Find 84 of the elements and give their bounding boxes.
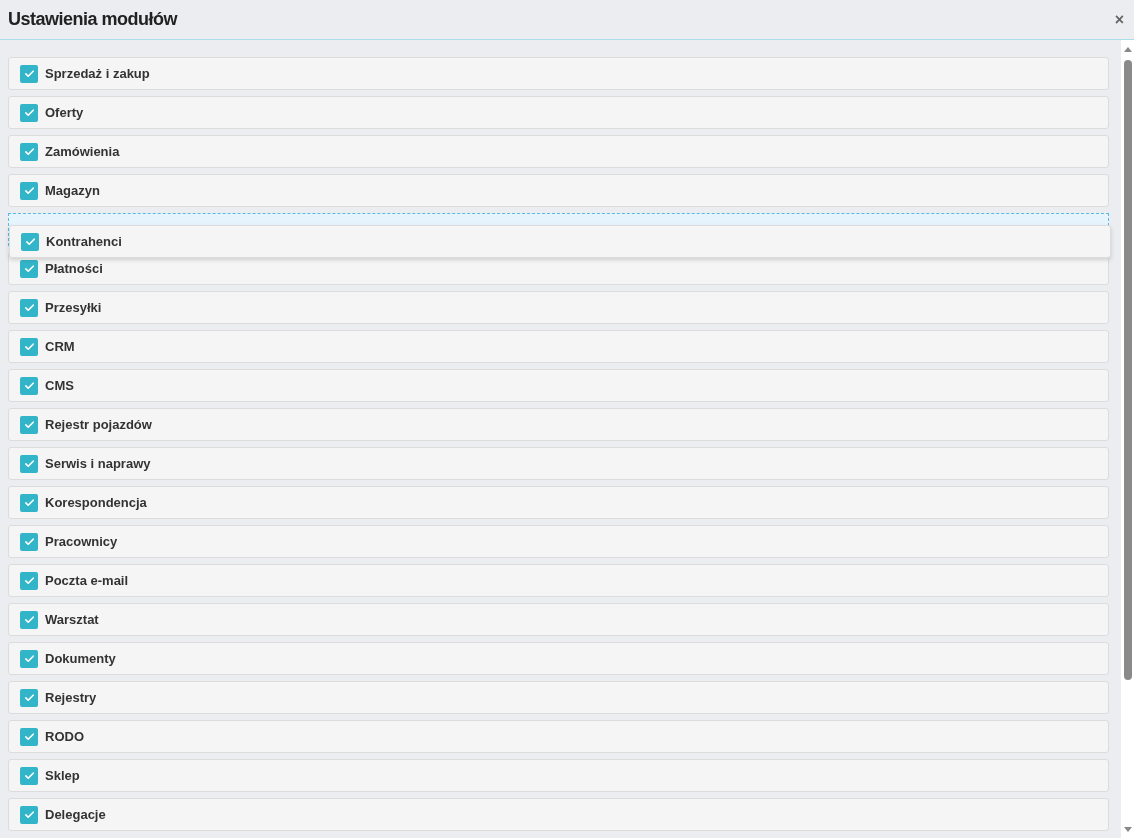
check-icon [23,770,35,781]
check-icon [23,575,35,586]
module-row[interactable]: Pracownicy [8,525,1109,558]
checkbox[interactable] [20,142,38,161]
check-icon [23,458,35,469]
module-row[interactable]: Sprzedaż i zakup [8,57,1109,90]
module-label: Sprzedaż i zakup [45,64,150,83]
module-label: Przesyłki [45,298,102,317]
module-row[interactable]: Rejestry [8,681,1109,714]
check-icon [23,263,35,274]
checkbox[interactable] [21,232,39,251]
module-row[interactable]: Serwis i naprawy [8,447,1109,480]
checkbox[interactable] [20,649,38,668]
scroll-up-icon[interactable] [1123,47,1132,52]
module-label: Warsztat [45,610,99,629]
module-row[interactable]: RODO [8,720,1109,753]
module-label: Dokumenty [45,649,116,668]
checkbox[interactable] [20,571,38,590]
module-label: RODO [45,727,84,746]
check-icon [23,497,35,508]
checkbox[interactable] [20,337,38,356]
module-label: Rejestry [45,688,97,707]
check-icon [23,146,35,157]
module-label: Zamówienia [45,142,120,161]
module-label: Pracownicy [45,532,118,551]
module-row[interactable]: Poczta e-mail [8,564,1109,597]
check-icon [23,809,35,820]
module-row[interactable]: Delegacje [8,798,1109,831]
check-icon [23,302,35,313]
module-row[interactable]: Dokumenty [8,642,1109,675]
check-icon [23,419,35,430]
module-row[interactable]: Oferty [8,96,1109,129]
module-label: Delegacje [45,805,106,824]
module-row[interactable]: Zamówienia [8,135,1109,168]
check-icon [23,614,35,625]
module-label: Magazyn [45,181,100,200]
checkbox[interactable] [20,259,38,278]
checkbox[interactable] [20,688,38,707]
check-icon [23,692,35,703]
module-row[interactable]: Rejestr pojazdów [8,408,1109,441]
module-row[interactable]: CRM [8,330,1109,363]
check-icon [23,185,35,196]
module-label: CMS [45,376,74,395]
module-row[interactable]: Przesyłki [8,291,1109,324]
checkbox[interactable] [20,610,38,629]
checkbox[interactable] [20,181,38,200]
scrollbar[interactable] [1121,40,1134,838]
module-label: Oferty [45,103,84,122]
module-row[interactable]: Korespondencja [8,486,1109,519]
check-icon [23,341,35,352]
dragged-row-overlay[interactable]: Kontrahenci [9,225,1111,258]
module-label: Płatności [45,259,103,278]
check-icon [23,68,35,79]
checkbox[interactable] [20,766,38,785]
module-row[interactable]: Warsztat [8,603,1109,636]
checkbox[interactable] [20,805,38,824]
scroll-down-icon[interactable] [1123,827,1132,832]
check-icon [23,380,35,391]
checkbox[interactable] [20,454,38,473]
check-icon [23,731,35,742]
checkbox[interactable] [20,415,38,434]
dialog-title: Ustawienia modułów [8,8,178,31]
check-icon [23,107,35,118]
close-button[interactable]: × [1114,11,1124,28]
module-label: Sklep [45,766,80,785]
module-row[interactable]: Sklep [8,759,1109,792]
module-label: Poczta e-mail [45,571,129,590]
checkbox[interactable] [20,376,38,395]
check-icon [23,536,35,547]
module-label: Rejestr pojazdów [45,415,152,434]
checkbox[interactable] [20,64,38,83]
module-row[interactable]: CMS [8,369,1109,402]
checkbox[interactable] [20,103,38,122]
module-label: Kontrahenci [46,232,122,251]
checkbox[interactable] [20,493,38,512]
check-icon [23,653,35,664]
checkbox[interactable] [20,298,38,317]
module-row[interactable]: Magazyn [8,174,1109,207]
checkbox[interactable] [20,532,38,551]
module-label: CRM [45,337,75,356]
check-icon [24,236,36,247]
checkbox[interactable] [20,727,38,746]
module-label: Serwis i naprawy [45,454,151,473]
module-label: Korespondencja [45,493,147,512]
